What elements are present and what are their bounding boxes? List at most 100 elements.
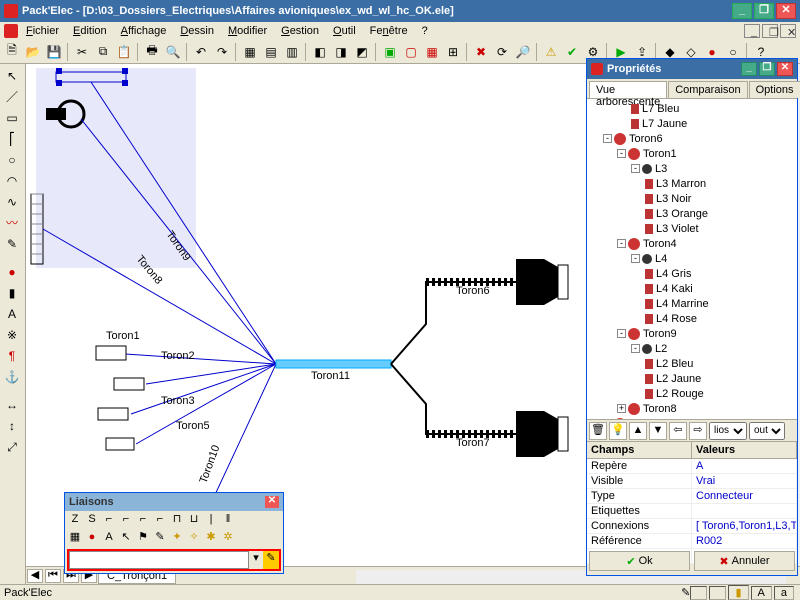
liaison-shape-u1[interactable]: ⊓ xyxy=(169,512,185,528)
pointer-icon[interactable]: ↖ xyxy=(2,66,22,86)
tree-up-icon[interactable]: ▲ xyxy=(629,422,647,440)
liaison-tool-box[interactable]: ▦ xyxy=(67,530,83,546)
liaison-tool-y1[interactable]: ✦ xyxy=(169,530,185,546)
menu-edit[interactable]: Edition xyxy=(67,24,113,38)
liaison-tool-y4[interactable]: ✲ xyxy=(220,530,236,546)
line-icon[interactable]: ／ xyxy=(2,87,22,107)
cancel-button[interactable]: Annuler xyxy=(694,551,795,571)
tree-item[interactable]: L2 Jaune xyxy=(589,371,795,386)
node-icon[interactable]: ● xyxy=(2,262,22,282)
tree-item[interactable]: -Toron9 xyxy=(589,326,795,341)
new-icon[interactable]: 🗎 xyxy=(2,42,22,62)
find-icon[interactable]: 🔎 xyxy=(513,42,533,62)
minimize-button[interactable]: _ xyxy=(732,3,752,19)
check-icon[interactable]: ✔ xyxy=(562,42,582,62)
zoom-fit-icon[interactable]: ▣ xyxy=(380,42,400,62)
liaison-tool-cursor[interactable]: ↖ xyxy=(118,530,134,546)
menu-modify[interactable]: Modifier xyxy=(222,24,273,38)
liaisons-titlebar[interactable]: Liaisons ✕ xyxy=(65,493,283,511)
tool-c-icon[interactable]: ◩ xyxy=(352,42,372,62)
liaisons-close-icon[interactable]: ✕ xyxy=(265,496,279,508)
label-icon[interactable]: ¶ xyxy=(2,346,22,366)
mdi-close[interactable]: ✕ xyxy=(780,24,796,38)
layer2-icon[interactable]: ▤ xyxy=(261,42,281,62)
grid-row[interactable]: TypeConnecteur xyxy=(587,489,797,504)
menu-display[interactable]: Affichage xyxy=(115,24,173,38)
liaison-shape-i2[interactable]: ‖ xyxy=(220,512,236,528)
tree-select-a[interactable]: lios xyxy=(709,422,747,440)
tree-item[interactable]: L3 Noir xyxy=(589,191,795,206)
rect-icon[interactable]: ▭ xyxy=(2,108,22,128)
tree-item[interactable]: L4 Marrine xyxy=(589,296,795,311)
properties-close-icon[interactable]: ✕ xyxy=(777,62,793,76)
tree-item[interactable]: L4 Kaki xyxy=(589,281,795,296)
text-icon[interactable]: A xyxy=(2,304,22,324)
tree-item[interactable]: L4 Gris xyxy=(589,266,795,281)
liaison-tool-y3[interactable]: ✱ xyxy=(203,530,219,546)
tab-first-icon[interactable]: ⏮ xyxy=(45,569,61,583)
preview-icon[interactable]: 🔍 xyxy=(163,42,183,62)
properties-titlebar[interactable]: Propriétés _ ❐ ✕ xyxy=(587,59,797,79)
liaison-shape-l1[interactable]: ⌐ xyxy=(101,512,117,528)
tree-item[interactable]: -Toron4 xyxy=(589,236,795,251)
liaisons-window[interactable]: Liaisons ✕ Z S ⌐ ⌐ ⌐ ⌐ ⊓ ⊔ | ‖ ▦ ● A ↖ ⚑… xyxy=(64,492,284,574)
menu-manage[interactable]: Gestion xyxy=(275,24,325,38)
tree-hint-icon[interactable]: 💡 xyxy=(609,422,627,440)
tree-item[interactable]: -Toron6 xyxy=(589,131,795,146)
copy-icon[interactable]: ⧉ xyxy=(93,42,113,62)
layer3-icon[interactable]: ▥ xyxy=(282,42,302,62)
properties-tree[interactable]: L7 BleuL7 Jaune-Toron6-Toron1-L3L3 Marro… xyxy=(587,99,797,419)
properties-minimize-icon[interactable]: _ xyxy=(741,62,757,76)
warn-icon[interactable]: ⚠ xyxy=(541,42,561,62)
refresh-icon[interactable]: ⟳ xyxy=(492,42,512,62)
circle-icon[interactable]: ○ xyxy=(2,150,22,170)
grid-row[interactable]: RepèreA xyxy=(587,459,797,474)
close-button[interactable]: ✕ xyxy=(776,3,796,19)
layer-icon[interactable]: ▦ xyxy=(240,42,260,62)
tree-item[interactable]: L3 Marron xyxy=(589,176,795,191)
grid-row[interactable]: RéférenceR002 xyxy=(587,534,797,549)
liaison-tool-y2[interactable]: ✧ xyxy=(186,530,202,546)
anchor-icon[interactable]: ⚓ xyxy=(2,367,22,387)
snap-icon[interactable]: ⊞ xyxy=(443,42,463,62)
menu-draw[interactable]: Dessin xyxy=(174,24,220,38)
tree-item[interactable]: +Toron8 xyxy=(589,401,795,416)
arc-icon[interactable]: ◠ xyxy=(2,171,22,191)
tab-options[interactable]: Options xyxy=(749,81,800,98)
pencil-icon[interactable]: ✎ xyxy=(2,234,22,254)
paste-icon[interactable]: 📋 xyxy=(114,42,134,62)
liaison-shape-s[interactable]: S xyxy=(84,512,100,528)
tree-right-icon[interactable]: ⇨ xyxy=(689,422,707,440)
grid-row[interactable]: VisibleVrai xyxy=(587,474,797,489)
tree-select-b[interactable]: out xyxy=(749,422,785,440)
tree-item[interactable]: L3 Orange xyxy=(589,206,795,221)
tree-down-icon[interactable]: ▼ xyxy=(649,422,667,440)
properties-maximize-icon[interactable]: ❐ xyxy=(759,62,775,76)
print-icon[interactable]: 🖶 xyxy=(142,42,162,62)
liaisons-edit-icon[interactable]: ✎ xyxy=(263,551,279,569)
tree-item[interactable]: -Toron1 xyxy=(589,146,795,161)
maximize-button[interactable]: ❐ xyxy=(754,3,774,19)
menu-help[interactable]: ? xyxy=(416,24,434,38)
save-icon[interactable]: 💾 xyxy=(44,42,64,62)
undo-icon[interactable]: ↶ xyxy=(191,42,211,62)
cancel-icon[interactable]: ✖ xyxy=(471,42,491,62)
tree-item[interactable]: -L3 xyxy=(589,161,795,176)
tree-item[interactable]: L2 Bleu xyxy=(589,356,795,371)
redo-icon[interactable]: ↷ xyxy=(212,42,232,62)
liaison-shape-l4[interactable]: ⌐ xyxy=(152,512,168,528)
dim-icon[interactable]: ↔ xyxy=(2,395,22,415)
tree-item[interactable]: -L4 xyxy=(589,251,795,266)
status-edit-icon[interactable]: ✎ xyxy=(681,586,690,599)
liaisons-input[interactable] xyxy=(69,551,249,569)
liaison-tool-pen[interactable]: ✎ xyxy=(152,530,168,546)
liaison-shape-l3[interactable]: ⌐ xyxy=(135,512,151,528)
liaisons-dropdown-icon[interactable]: ▾ xyxy=(249,551,263,569)
tree-item[interactable]: -L2 xyxy=(589,341,795,356)
menu-file[interactable]: FFichierichier xyxy=(20,24,65,38)
grid-icon[interactable]: ▦ xyxy=(422,42,442,62)
liaison-tool-node[interactable]: ● xyxy=(84,530,100,546)
liaison-shape-u2[interactable]: ⊔ xyxy=(186,512,202,528)
cut-icon[interactable]: ✂ xyxy=(72,42,92,62)
mdi-restore[interactable]: ❐ xyxy=(762,24,778,38)
